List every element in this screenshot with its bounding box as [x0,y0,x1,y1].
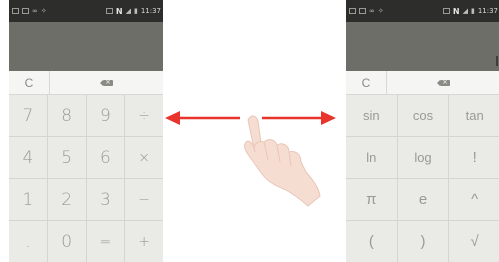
double-arrow-icon [165,111,336,125]
usb-icon: ✧ [377,7,384,15]
key-e[interactable]: e [397,179,449,220]
calculator-display [9,22,163,71]
key-2[interactable]: 2 [47,179,86,220]
key-divide[interactable]: ÷ [125,95,163,136]
panel-handle[interactable] [496,56,498,66]
status-bar: ∞ ✧ N ◢ ▮ 11:37 [9,0,163,22]
clear-button[interactable]: C [9,71,50,94]
key-1[interactable]: 1 [9,179,47,220]
key-7[interactable]: 7 [9,95,47,136]
key-equals[interactable]: = [86,221,125,262]
clear-button[interactable]: C [346,71,387,94]
key-6[interactable]: 6 [86,137,125,178]
battery-icon: ▮ [133,7,138,15]
signal-notification-icon: ∞ [32,7,38,15]
nfc-icon: N [452,6,460,16]
advanced-keypad: sin cos tan ln log ! π e ^ ( ) √ [346,95,499,262]
key-close-paren[interactable]: ) [397,221,449,262]
key-sin[interactable]: sin [346,95,397,136]
key-cos[interactable]: cos [397,95,449,136]
backspace-button[interactable] [387,71,499,94]
status-bar: ∞ ✧ N ◢ ▮ 11:37 [346,0,499,22]
function-row: C [9,71,163,95]
arrow-right-head [321,111,336,125]
wifi-icon: ◢ [462,7,468,15]
key-log[interactable]: log [397,137,449,178]
calculator-display [346,22,499,71]
status-time: 11:37 [140,7,161,15]
photo-notification-icon [22,8,29,14]
key-9[interactable]: 9 [86,95,125,136]
key-open-paren[interactable]: ( [346,221,397,262]
key-tan[interactable]: tan [449,95,499,136]
key-5[interactable]: 5 [47,137,86,178]
photo-notification-icon [359,8,366,14]
key-multiply[interactable]: × [125,137,163,178]
key-pi[interactable]: π [346,179,397,220]
nfc-icon: N [115,6,123,16]
key-8[interactable]: 8 [47,95,86,136]
usb-icon: ✧ [40,7,47,15]
key-3[interactable]: 3 [86,179,125,220]
key-sqrt[interactable]: √ [449,221,499,262]
basic-calculator-screen: ∞ ✧ N ◢ ▮ 11:37 C 7 8 9 ÷ 4 5 6 × 1 2 3 … [9,0,163,262]
image-notification-icon [349,8,356,14]
signal-notification-icon: ∞ [369,7,375,15]
arrow-left-head [165,111,180,125]
key-0[interactable]: 0 [47,221,86,262]
key-plus[interactable]: + [125,221,163,262]
battery-icon: ▮ [470,7,475,15]
hand-palm [244,139,321,207]
vibrate-icon [442,8,450,14]
key-power[interactable]: ^ [449,179,499,220]
image-notification-icon [12,8,19,14]
function-row: C [346,71,499,95]
basic-keypad: 7 8 9 ÷ 4 5 6 × 1 2 3 − . 0 = + [9,95,163,262]
key-minus[interactable]: − [125,179,163,220]
hand-index-finger [247,115,263,154]
key-4[interactable]: 4 [9,137,47,178]
backspace-button[interactable] [50,71,163,94]
key-factorial[interactable]: ! [449,137,499,178]
advanced-calculator-screen: ∞ ✧ N ◢ ▮ 11:37 C sin cos tan ln log ! π… [346,0,499,262]
vibrate-icon [105,8,113,14]
key-ln[interactable]: ln [346,137,397,178]
swipe-hand-icon [244,115,321,207]
status-time: 11:37 [477,7,498,15]
hand-knuckle-line [263,141,292,167]
backspace-icon [100,76,113,88]
backspace-icon [437,76,450,88]
key-decimal[interactable]: . [9,221,47,262]
wifi-icon: ◢ [125,7,131,15]
